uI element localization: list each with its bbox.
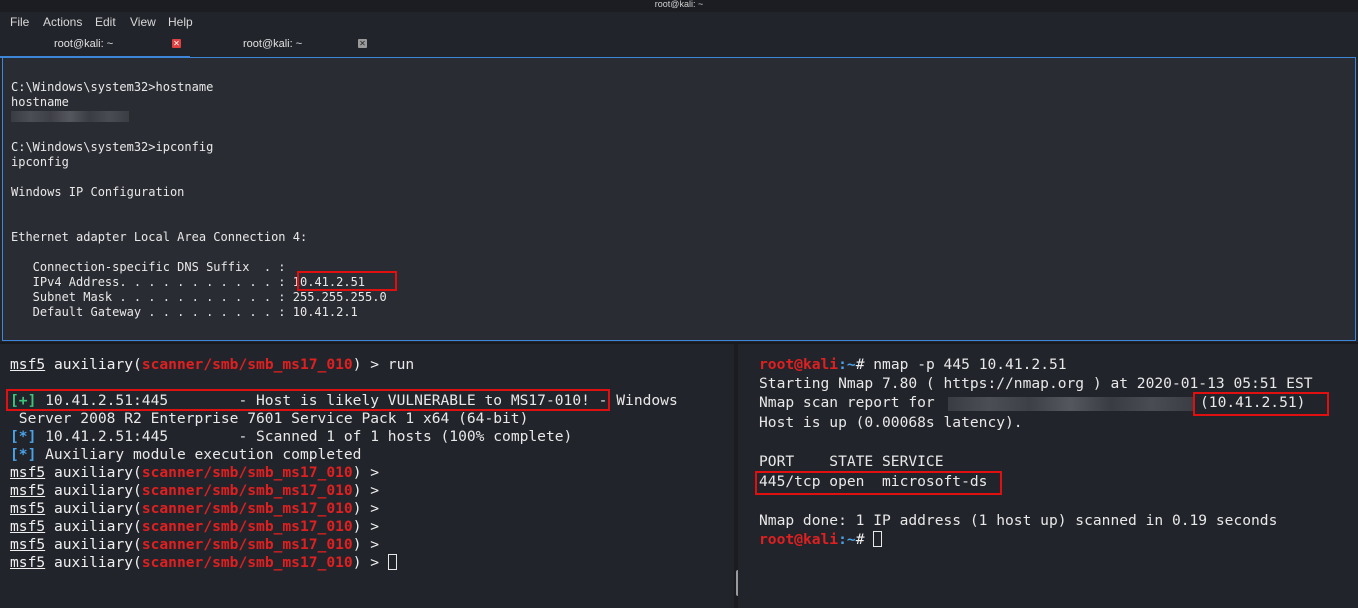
terminal-line: ipconfig (11, 155, 69, 169)
terminal-line: Subnet Mask . . . . . . . . . . . : 255.… (11, 290, 387, 304)
menu-bar (0, 12, 1358, 34)
terminal-line: Host is up (0.00068s latency). (759, 414, 1023, 431)
terminal-line: Connection-specific DNS Suffix . : (11, 260, 286, 274)
highlight-box (297, 271, 397, 291)
text-cursor (387, 554, 397, 570)
terminal-line: msf5 auxiliary(scanner/smb/smb_ms17_010)… (10, 482, 388, 499)
close-icon[interactable]: ✕ (358, 39, 367, 48)
redacted-hostname (948, 397, 1193, 411)
terminal-line: msf5 auxiliary(scanner/smb/smb_ms17_010)… (10, 500, 388, 517)
menu-actions[interactable]: Actions (43, 15, 82, 29)
terminal-line: PORT STATE SERVICE (759, 453, 944, 470)
highlight-box (6, 389, 610, 411)
terminal-line: Starting Nmap 7.80 ( https://nmap.org ) … (759, 375, 1313, 392)
terminal-line: Nmap done: 1 IP address (1 host up) scan… (759, 512, 1278, 529)
terminal-line: Server 2008 R2 Enterprise 7601 Service P… (10, 410, 529, 427)
tab-label: root@kali: ~ (54, 38, 114, 50)
redacted-hostname (11, 111, 129, 122)
tab-terminal-2[interactable]: root@kali: ~ ✕ (190, 34, 380, 56)
terminal-line: [*] 10.41.2.51:445 - Scanned 1 of 1 host… (10, 428, 573, 445)
tab-label: root@kali: ~ (243, 38, 303, 50)
terminal-line: Default Gateway . . . . . . . . . : 10.4… (11, 305, 358, 319)
terminal-line: Ethernet adapter Local Area Connection 4… (11, 230, 308, 244)
menu-view[interactable]: View (130, 15, 156, 29)
terminal-pane-top[interactable]: C:\Windows\system32>hostname hostname C:… (2, 57, 1356, 341)
highlight-box (755, 471, 1002, 495)
terminal-line: msf5 auxiliary(scanner/smb/smb_ms17_010)… (10, 356, 415, 373)
close-icon[interactable]: ✕ (172, 39, 181, 48)
menu-help[interactable]: Help (168, 15, 193, 29)
terminal-line: msf5 auxiliary(scanner/smb/smb_ms17_010)… (10, 554, 397, 572)
terminal-pane-msf[interactable]: msf5 auxiliary(scanner/smb/smb_ms17_010)… (0, 344, 734, 608)
terminal-line: [*] Auxiliary module execution completed (10, 446, 362, 463)
highlight-box (1193, 392, 1329, 416)
terminal-line: msf5 auxiliary(scanner/smb/smb_ms17_010)… (10, 536, 388, 553)
terminal-line: C:\Windows\system32>ipconfig (11, 140, 214, 154)
terminal-line: Nmap scan report for (759, 394, 935, 411)
menu-edit[interactable]: Edit (95, 15, 116, 29)
terminal-line: Windows IP Configuration (11, 185, 185, 199)
terminal-line: msf5 auxiliary(scanner/smb/smb_ms17_010)… (10, 464, 388, 481)
terminal-line: root@kali:~# nmap -p 445 10.41.2.51 (759, 356, 1067, 373)
text-cursor (873, 531, 883, 547)
menu-file[interactable]: File (10, 15, 29, 29)
terminal-line: hostname (11, 95, 69, 109)
terminal-line: C:\Windows\system32>hostname (11, 80, 214, 94)
tab-terminal-1[interactable]: root@kali: ~ ✕ (0, 34, 190, 58)
terminal-line: msf5 auxiliary(scanner/smb/smb_ms17_010)… (10, 518, 388, 535)
window-title: root@kali: ~ (654, 0, 704, 9)
terminal-line: root@kali:~# (759, 531, 883, 549)
